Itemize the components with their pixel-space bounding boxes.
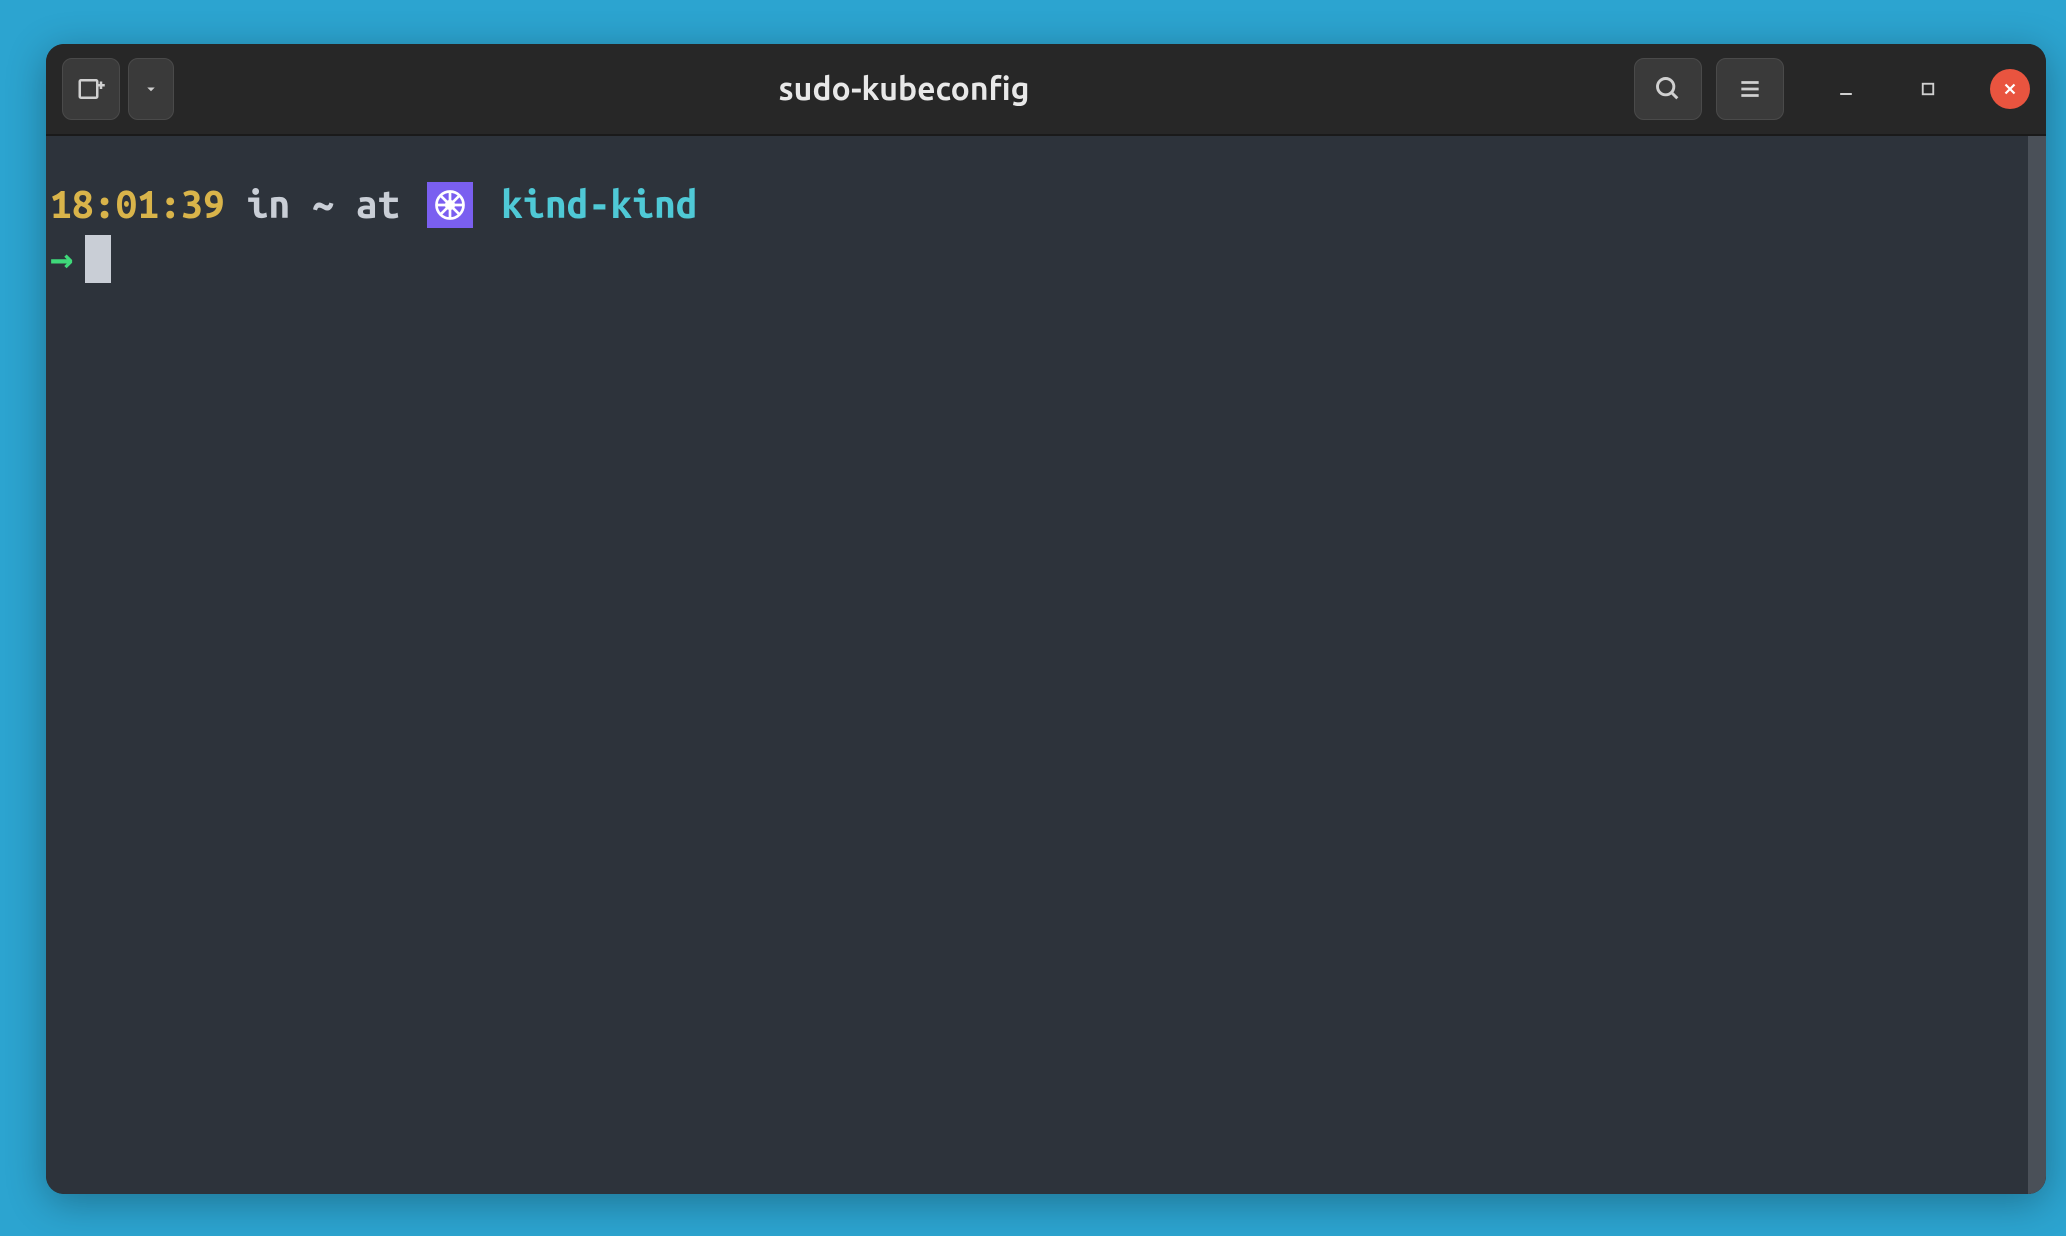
prompt-line-1: 18:01:39 in ~ at kind-kind [50, 180, 2024, 234]
window-title: sudo-kubeconfig [174, 71, 1634, 107]
close-button[interactable] [1990, 69, 2030, 109]
prompt-line-2: → [50, 234, 2024, 285]
maximize-icon [1919, 80, 1937, 98]
prompt-path: ~ [312, 183, 334, 226]
window-titlebar: sudo-kubeconfig [46, 44, 2046, 136]
kubernetes-icon [427, 182, 473, 228]
minimize-button[interactable] [1826, 69, 1866, 109]
prompt-kube-context: kind-kind [501, 183, 698, 226]
terminal-window: sudo-kubeconfig [46, 44, 2046, 1194]
new-tab-button[interactable] [62, 58, 120, 120]
prompt-timestamp: 18:01:39 [50, 183, 225, 226]
close-icon [2001, 80, 2019, 98]
hamburger-menu-icon [1737, 76, 1763, 102]
minimize-icon [1836, 79, 1856, 99]
maximize-button[interactable] [1908, 69, 1948, 109]
prompt-arrow: → [50, 234, 73, 285]
terminal-content[interactable]: 18:01:39 in ~ at kind-kind→ [46, 136, 2028, 1194]
chevron-down-icon [142, 80, 160, 98]
prompt-at-word: at [356, 183, 400, 226]
search-button[interactable] [1634, 58, 1702, 120]
tab-dropdown-button[interactable] [128, 58, 174, 120]
hamburger-menu-button[interactable] [1716, 58, 1784, 120]
prompt-in-word: in [247, 183, 291, 226]
titlebar-right-controls [1634, 58, 2030, 120]
terminal-scrollbar[interactable] [2028, 136, 2046, 1194]
search-icon [1654, 75, 1682, 103]
terminal-body[interactable]: 18:01:39 in ~ at kind-kind→ [46, 136, 2046, 1194]
new-tab-icon [76, 74, 106, 104]
terminal-cursor [85, 235, 111, 283]
titlebar-left-controls [62, 58, 174, 120]
